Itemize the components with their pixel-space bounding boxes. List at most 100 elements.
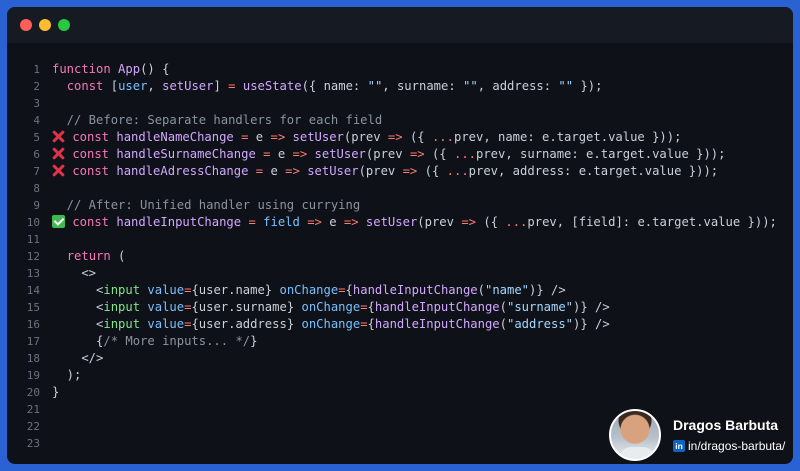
code-token: )} /> xyxy=(573,300,610,314)
code-token: = xyxy=(360,317,368,331)
code-token: () { xyxy=(140,62,170,76)
code-text: function App() { xyxy=(40,61,169,78)
code-token: => xyxy=(409,147,425,161)
code-token: ( xyxy=(110,249,126,263)
code-token: e xyxy=(248,130,271,144)
code-token: input xyxy=(103,300,141,314)
code-line: 6 const handleSurnameChange = e => setUs… xyxy=(7,146,793,163)
code-token: ( xyxy=(477,283,485,297)
code-token: => xyxy=(402,164,418,178)
code-token: = xyxy=(360,300,368,314)
code-text: const [user, setUser] = useState({ name:… xyxy=(40,78,603,95)
code-token: "name" xyxy=(484,283,530,297)
code-token: input xyxy=(103,283,141,297)
code-text: // Before: Separate handlers for each fi… xyxy=(40,112,383,129)
code-token: value xyxy=(147,300,185,314)
line-number: 16 xyxy=(26,318,40,331)
code-token: , xyxy=(147,79,163,93)
code-token: value xyxy=(147,283,185,297)
check-mark-icon xyxy=(52,215,65,228)
line-number: 19 xyxy=(26,369,40,382)
code-token: onChange xyxy=(301,317,361,331)
code-token: handleInputChange xyxy=(374,300,500,314)
code-token: prev, [field]: e.target.value })); xyxy=(527,215,777,229)
code-line: 9 // After: Unified handler using curryi… xyxy=(7,197,793,214)
code-text: <input value={user.surname} onChange={ha… xyxy=(40,299,610,316)
code-text: {/* More inputs... */} xyxy=(40,333,257,350)
code-token: "" xyxy=(558,79,574,93)
code-token: user xyxy=(118,79,148,93)
code-token: , address: xyxy=(477,79,559,93)
line-number: 8 xyxy=(33,182,40,195)
code-token: < xyxy=(52,283,104,297)
linkedin-link[interactable]: in in/dragos-barbuta/ xyxy=(673,439,800,453)
code-token: setUser xyxy=(292,130,344,144)
code-token: ); xyxy=(52,368,82,382)
code-token: { xyxy=(367,317,375,331)
code-window: 1 function App() {2 const [user, setUser]… xyxy=(7,7,793,464)
code-token: (prev xyxy=(343,130,388,144)
code-token: => xyxy=(285,164,300,178)
minimize-dot-icon[interactable] xyxy=(39,19,51,31)
code-token: field xyxy=(263,215,300,229)
code-token: ... xyxy=(505,215,528,229)
code-line: 13 <> xyxy=(7,265,793,282)
code-text: const handleNameChange = e => setUser(pr… xyxy=(40,129,681,146)
line-number: 10 xyxy=(26,216,40,229)
code-token: } xyxy=(250,334,258,348)
line-number: 23 xyxy=(26,437,40,450)
code-token: )} /> xyxy=(529,283,566,297)
code-token: e xyxy=(270,147,293,161)
code-token: (prev xyxy=(358,164,403,178)
line-number: 2 xyxy=(33,80,40,93)
code-text: </> xyxy=(40,350,103,367)
code-token: prev, surname: e.target.value })); xyxy=(476,147,726,161)
close-dot-icon[interactable] xyxy=(20,19,32,31)
code-token: /* More inputs... */ xyxy=(103,334,251,348)
code-token: handleInputChange xyxy=(352,283,478,297)
code-token: "address" xyxy=(506,317,574,331)
maximize-dot-icon[interactable] xyxy=(58,19,70,31)
code-token: {user.surname} xyxy=(191,300,302,314)
code-line: 21 xyxy=(7,401,793,418)
code-token: ({ xyxy=(417,164,447,178)
code-token: ( xyxy=(499,300,507,314)
code-text: const handleSurnameChange = e => setUser… xyxy=(40,146,725,163)
code-token: const xyxy=(65,164,117,178)
code-token: handleInputChange xyxy=(374,317,500,331)
code-text: <> xyxy=(40,265,96,282)
code-line: 16 <input value={user.address} onChange=… xyxy=(7,316,793,333)
code-text: return ( xyxy=(40,248,126,265)
line-number: 5 xyxy=(33,131,40,144)
code-text: } xyxy=(40,384,59,401)
cross-mark-icon xyxy=(52,130,65,143)
code-text: <input value={user.name} onChange={handl… xyxy=(40,282,566,299)
code-token: "surname" xyxy=(506,300,574,314)
code-token: < xyxy=(52,317,104,331)
code-token: ... xyxy=(431,130,454,144)
code-token: (prev xyxy=(417,215,462,229)
line-number: 12 xyxy=(26,250,40,263)
code-token: => xyxy=(292,147,308,161)
line-number: 18 xyxy=(26,352,40,365)
code-token: ({ xyxy=(476,215,506,229)
code-token: , surname: xyxy=(382,79,464,93)
line-number: 20 xyxy=(26,386,40,399)
code-token: => xyxy=(461,215,477,229)
code-token: </> xyxy=(52,351,104,365)
line-number: 21 xyxy=(26,403,40,416)
code-token: "" xyxy=(463,79,478,93)
line-number: 15 xyxy=(26,301,40,314)
line-number: 1 xyxy=(33,63,40,76)
code-token: ({ xyxy=(402,130,432,144)
code-token: function xyxy=(52,62,119,76)
